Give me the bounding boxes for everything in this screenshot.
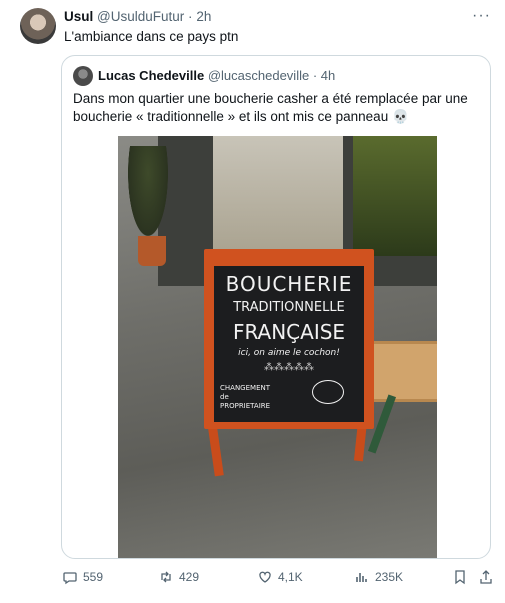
quote-header: Lucas Chedeville @lucaschedeville · 4h <box>98 68 335 84</box>
sign-line-3: FRANÇAISE <box>232 320 346 344</box>
sign-line-1: BOUCHERIE <box>225 272 353 296</box>
repost-icon <box>158 569 174 585</box>
reply-count: 559 <box>83 570 104 584</box>
sign-footer-3: PROPRIETAIRE <box>220 402 271 410</box>
sign-line-4: ici, on aime le cochon! <box>238 348 340 358</box>
quote-separator: · <box>312 68 318 83</box>
bench <box>366 341 437 402</box>
shop-door-glass <box>213 136 343 256</box>
avatar[interactable] <box>20 8 56 44</box>
like-count: 4,1K <box>278 570 303 584</box>
plant <box>128 146 168 236</box>
bookmark-icon <box>452 569 468 585</box>
quote-text: Dans mon quartier une boucherie casher a… <box>73 91 468 124</box>
bookmark-button[interactable] <box>452 569 468 585</box>
chalkboard-sign: BOUCHERIE TRADITIONNELLE FRANÇAISE ici, … <box>214 266 364 422</box>
plant-pot <box>138 236 166 266</box>
quoted-tweet[interactable]: Lucas Chedeville @lucaschedeville · 4h D… <box>61 55 491 559</box>
views-button[interactable]: 235K <box>354 569 403 585</box>
more-options-button[interactable]: ··· <box>472 7 491 25</box>
share-button[interactable] <box>478 569 494 585</box>
repost-button[interactable]: 429 <box>158 569 199 585</box>
heart-icon <box>257 569 273 585</box>
quote-time[interactable]: 4h <box>321 68 335 83</box>
sign-footer-2: de <box>220 393 229 401</box>
sign-line-2: TRADITIONNELLE <box>233 300 345 315</box>
author-handle[interactable]: @UsulduFutur <box>97 9 184 24</box>
views-count: 235K <box>375 570 404 584</box>
reply-button[interactable]: 559 <box>62 569 103 585</box>
repost-count: 429 <box>179 570 200 584</box>
share-icon <box>478 569 494 585</box>
sign-footer: CHANGEMENT de PROPRIETAIRE <box>220 384 300 411</box>
reply-icon <box>62 569 78 585</box>
tweet-header: Usul @UsulduFutur · 2h <box>64 9 211 25</box>
separator: · <box>188 9 193 24</box>
shop-window <box>353 136 437 256</box>
tweet-time[interactable]: 2h <box>196 9 211 24</box>
tweet: Usul @UsulduFutur · 2h ··· L'ambiance da… <box>0 0 505 603</box>
author-name[interactable]: Usul <box>64 9 93 24</box>
tweet-text: L'ambiance dans ce pays ptn <box>64 29 239 44</box>
pig-drawing <box>312 380 344 404</box>
quote-photo[interactable]: BOUCHERIE TRADITIONNELLE FRANÇAISE ici, … <box>118 136 437 558</box>
quote-author-name[interactable]: Lucas Chedeville <box>98 68 204 83</box>
quote-avatar[interactable] <box>73 66 93 86</box>
action-bar: 559 429 4,1K 235K <box>0 569 505 589</box>
sign-footer-1: CHANGEMENT <box>220 384 270 392</box>
sign-decoration: ⁂⁂⁂⁂⁂ <box>264 362 314 373</box>
quote-author-handle[interactable]: @lucaschedeville <box>208 68 309 83</box>
views-icon <box>354 569 370 585</box>
like-button[interactable]: 4,1K <box>257 569 303 585</box>
